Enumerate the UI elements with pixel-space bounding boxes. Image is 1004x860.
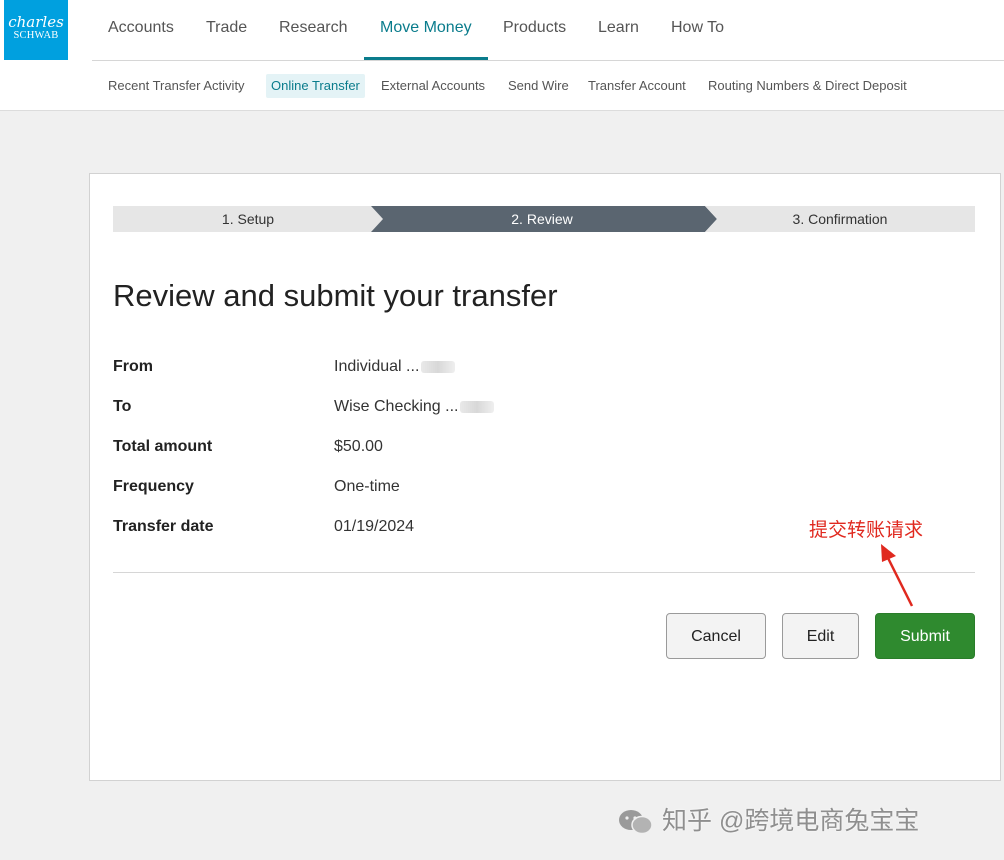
edit-button[interactable]: Edit xyxy=(782,613,859,659)
transfer-date-label: Transfer date xyxy=(113,518,214,535)
to-value: Wise Checking ... xyxy=(334,398,459,415)
page-title: Review and submit your transfer xyxy=(113,278,558,313)
nav-move-money[interactable]: Move Money xyxy=(364,0,488,60)
annotation-arrow-icon xyxy=(881,544,914,607)
step-setup-label: 1. Setup xyxy=(221,211,275,227)
from-value: Individual ... xyxy=(334,358,420,375)
subnav-transfer-account[interactable]: Transfer Account xyxy=(588,74,686,98)
progress-steps: 1. Setup 2. Review 3. Confirmation xyxy=(113,206,975,232)
subnav-online-transfer[interactable]: Online Transfer xyxy=(266,74,365,98)
wechat-icon xyxy=(619,810,653,835)
cancel-button[interactable]: Cancel xyxy=(666,613,766,659)
step-review-label: 2. Review xyxy=(511,211,573,227)
masked-account-number xyxy=(460,400,495,413)
from-value-wrap: Individual ... xyxy=(334,356,456,378)
total-amount-label: Total amount xyxy=(113,438,213,455)
transfer-date-value: 01/19/2024 xyxy=(334,518,415,535)
step-confirmation-label: 3. Confirmation xyxy=(792,211,888,227)
nav-research[interactable]: Research xyxy=(279,0,347,60)
watermark-text: 知乎 @跨境电商兔宝宝 xyxy=(662,807,920,835)
logo-line-2: SCHWAB xyxy=(13,30,59,41)
main-nav: Accounts Trade Research Move Money Produ… xyxy=(92,0,1004,61)
step-confirmation: 3. Confirmation xyxy=(705,206,975,232)
subnav-routing-numbers[interactable]: Routing Numbers & Direct Deposit xyxy=(708,74,907,98)
from-label: From xyxy=(113,358,153,375)
section-divider xyxy=(113,572,975,573)
masked-account-number xyxy=(421,360,456,373)
frequency-label: Frequency xyxy=(113,478,194,495)
submit-button[interactable]: Submit xyxy=(875,613,975,659)
top-header: charles SCHWAB Accounts Trade Research M… xyxy=(0,0,1004,111)
subnav-external-accounts[interactable]: External Accounts xyxy=(381,74,485,98)
nav-how-to[interactable]: How To xyxy=(671,0,724,60)
logo-line-1: charles xyxy=(8,13,64,31)
subnav-send-wire[interactable]: Send Wire xyxy=(508,74,569,98)
nav-accounts[interactable]: Accounts xyxy=(108,0,174,60)
nav-products[interactable]: Products xyxy=(503,0,566,60)
charles-schwab-logo[interactable]: charles SCHWAB xyxy=(4,0,68,60)
step-review: 2. Review xyxy=(371,206,717,232)
step-setup: 1. Setup xyxy=(113,206,383,232)
subnav-recent-transfer-activity[interactable]: Recent Transfer Activity xyxy=(108,74,245,98)
to-label: To xyxy=(113,398,132,415)
to-value-wrap: Wise Checking ... xyxy=(334,396,495,418)
total-amount-value: $50.00 xyxy=(334,438,383,455)
watermark: 知乎 @跨境电商兔宝宝 xyxy=(616,804,919,838)
frequency-value: One-time xyxy=(334,478,400,495)
nav-learn[interactable]: Learn xyxy=(598,0,639,60)
nav-trade[interactable]: Trade xyxy=(206,0,247,60)
